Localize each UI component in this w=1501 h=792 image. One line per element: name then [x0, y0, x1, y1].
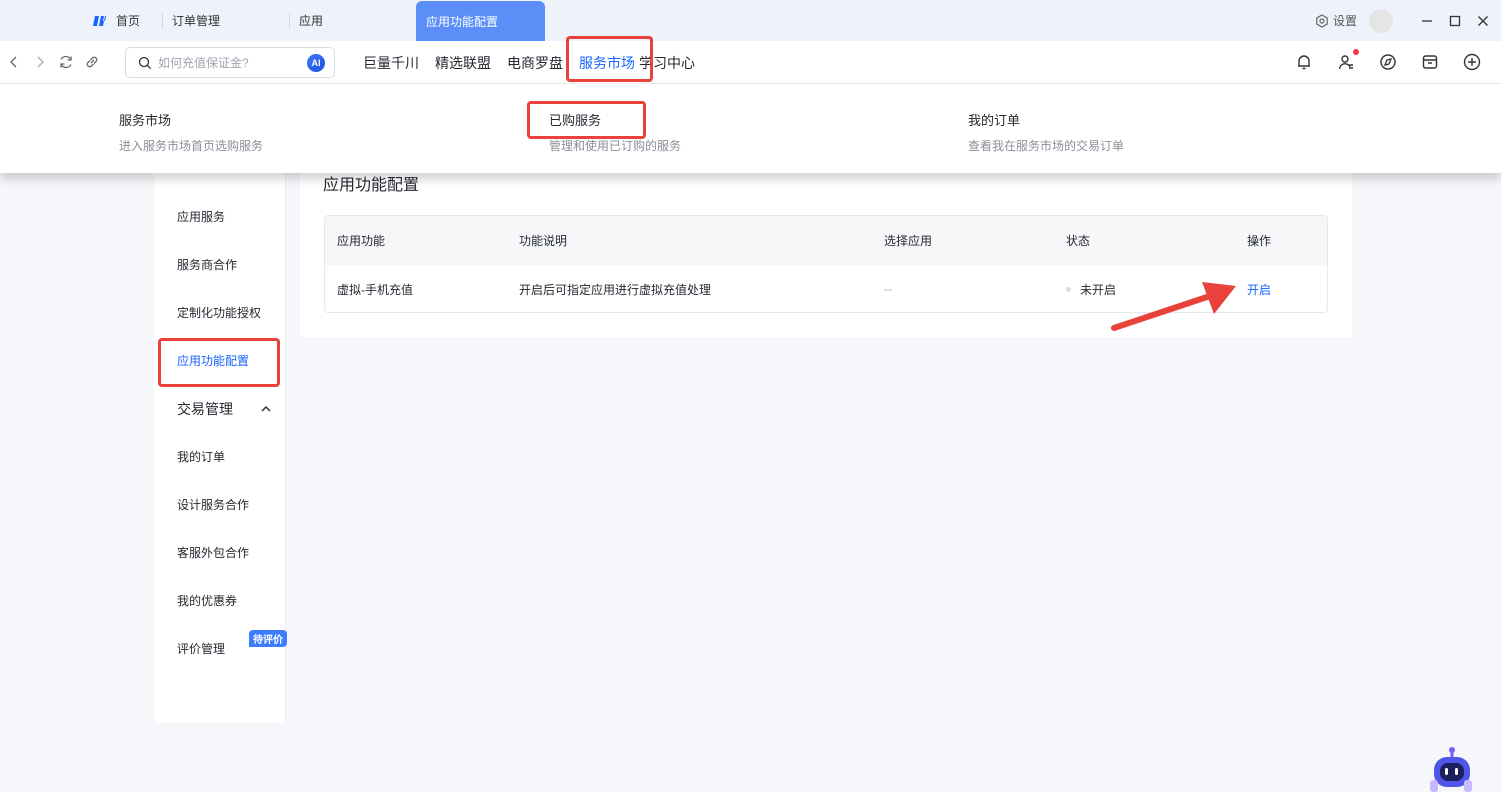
- toolbar-icons: [1293, 49, 1483, 73]
- highlight-box: [527, 101, 646, 139]
- dropdown-item-title: 我的订单: [968, 113, 1021, 128]
- search-box[interactable]: AI: [125, 47, 335, 78]
- tab-home-label: 首页: [116, 14, 141, 28]
- status-cell: 未开启: [1066, 265, 1116, 312]
- pending-review-badge: 待评价: [249, 630, 287, 647]
- menu-item-compass[interactable]: 电商罗盘: [507, 53, 563, 73]
- sidebar: 应用服务 服务商合作 定制化功能授权 应用功能配置 交易管理 我的订单 设计服务…: [154, 173, 287, 723]
- menu-item-qianchuan[interactable]: 巨量千川: [363, 53, 419, 73]
- avatar[interactable]: [1369, 8, 1393, 33]
- column-header: 功能说明: [519, 234, 568, 248]
- user-icon: [1338, 55, 1353, 70]
- selected-app: --: [884, 282, 892, 296]
- column-header: 应用功能: [337, 234, 386, 248]
- tab-app-feature-config[interactable]: 应用功能配置: [416, 1, 545, 41]
- close-icon: [1478, 15, 1488, 26]
- arrow-annotation-icon: [1111, 282, 1236, 331]
- search-icon: [138, 56, 151, 69]
- tab-apps[interactable]: 应用: [299, 0, 323, 41]
- column-header: 选择应用: [884, 234, 933, 248]
- forward-button[interactable]: [32, 53, 48, 71]
- menu-item-alliance[interactable]: 精选联盟: [435, 53, 491, 73]
- tab-divider: [289, 13, 290, 29]
- status-dot: [1066, 286, 1071, 292]
- dropdown-item-title: 服务市场: [119, 113, 172, 128]
- column-header: 操作: [1247, 234, 1272, 248]
- shop-button[interactable]: [1419, 51, 1441, 73]
- maximize-button[interactable]: [1441, 7, 1469, 35]
- tab-apps-label: 应用: [299, 14, 324, 28]
- sidebar-group-trade-management[interactable]: 交易管理: [177, 399, 271, 419]
- highlight-box: [158, 338, 280, 387]
- assistant-robot-icon[interactable]: [1426, 744, 1476, 792]
- browser-controls: [6, 53, 100, 71]
- column-header: 状态: [1066, 234, 1091, 248]
- feature-description: 开启后可指定应用进行虚拟充值处理: [519, 282, 712, 297]
- sidebar-group-label: 交易管理: [177, 401, 233, 417]
- sidebar-item-cs-outsourcing[interactable]: 客服外包合作: [177, 544, 249, 561]
- back-button[interactable]: [6, 53, 22, 71]
- account-button[interactable]: [1335, 49, 1359, 73]
- sidebar-item-my-orders[interactable]: 我的订单: [177, 448, 225, 465]
- refresh-icon: [60, 55, 72, 69]
- top-menu: 巨量千川 精选联盟 电商罗盘 服务市场 学习中心: [363, 41, 711, 84]
- sidebar-item-my-coupons[interactable]: 我的优惠券: [177, 592, 237, 609]
- settings-label: 设置: [1332, 14, 1357, 28]
- tab-order-management[interactable]: 订单管理: [172, 0, 220, 41]
- shop-icon: [1422, 55, 1438, 69]
- service-market-dropdown: 服务市场 进入服务市场首页选购服务 已购服务 管理和使用已订购的服务 我的订单 …: [0, 84, 1501, 173]
- sidebar-item-design-service[interactable]: 设计服务合作: [177, 496, 249, 513]
- enable-button[interactable]: 开启: [1247, 265, 1271, 312]
- dropdown-item-service-market[interactable]: 服务市场 进入服务市场首页选购服务: [119, 110, 263, 154]
- bell-icon: [1298, 55, 1310, 70]
- tab-order-management-label: 订单管理: [172, 14, 221, 28]
- minimize-button[interactable]: [1413, 7, 1441, 35]
- notification-dot: [1353, 49, 1359, 55]
- sidebar-item-review-management[interactable]: 评价管理 待评价: [177, 630, 287, 657]
- sidebar-item-provider-cooperation[interactable]: 服务商合作: [177, 256, 237, 273]
- customer-service-button[interactable]: [1377, 51, 1399, 73]
- chevron-up-icon: [261, 405, 271, 412]
- maximize-icon: [1449, 15, 1461, 26]
- window-controls: 设置: [1315, 0, 1501, 41]
- copy-link-button[interactable]: [84, 53, 100, 71]
- notification-button[interactable]: [1293, 51, 1315, 73]
- highlight-box: [566, 36, 653, 82]
- chevron-right-icon: [37, 56, 44, 68]
- link-icon: [86, 56, 98, 68]
- ai-assistant-button[interactable]: AI: [307, 54, 325, 72]
- table-header: 应用功能 功能说明 选择应用 状态 操作: [325, 216, 1327, 265]
- search-input[interactable]: [158, 55, 298, 70]
- minimize-icon: [1422, 19, 1432, 22]
- feature-name: 虚拟-手机充值: [337, 282, 413, 297]
- dropdown-item-desc: 进入服务市场首页选购服务: [119, 139, 264, 153]
- title-bar: 首页 订单管理 应用 应用功能配置 设置: [0, 0, 1501, 41]
- dropdown-item-desc: 查看我在服务市场的交易订单: [968, 139, 1125, 153]
- sidebar-item-app-services[interactable]: 应用服务: [177, 208, 225, 225]
- settings-icon: [1316, 13, 1328, 28]
- dropdown-item-desc: 管理和使用已订购的服务: [549, 139, 682, 153]
- plus-circle-icon: [1463, 53, 1481, 71]
- chevron-left-icon: [10, 56, 17, 68]
- nav-bar: AI 巨量千川 精选联盟 电商罗盘 服务市场 学习中心: [0, 41, 1501, 84]
- headset-icon: [1380, 54, 1396, 70]
- sidebar-item-custom-authorization[interactable]: 定制化功能授权: [177, 304, 261, 321]
- add-button[interactable]: [1461, 51, 1483, 73]
- refresh-button[interactable]: [58, 53, 74, 71]
- app-logo-icon: [92, 13, 108, 29]
- tab-divider: [162, 13, 163, 29]
- tab-home[interactable]: 首页: [92, 0, 140, 41]
- dropdown-item-my-orders[interactable]: 我的订单 查看我在服务市场的交易订单: [968, 110, 1124, 154]
- settings-button[interactable]: 设置: [1315, 12, 1357, 29]
- page-title: 应用功能配置: [323, 177, 420, 194]
- sidebar-item-label: 评价管理: [177, 642, 226, 656]
- close-button[interactable]: [1469, 7, 1497, 35]
- tab-active-label: 应用功能配置: [426, 14, 499, 29]
